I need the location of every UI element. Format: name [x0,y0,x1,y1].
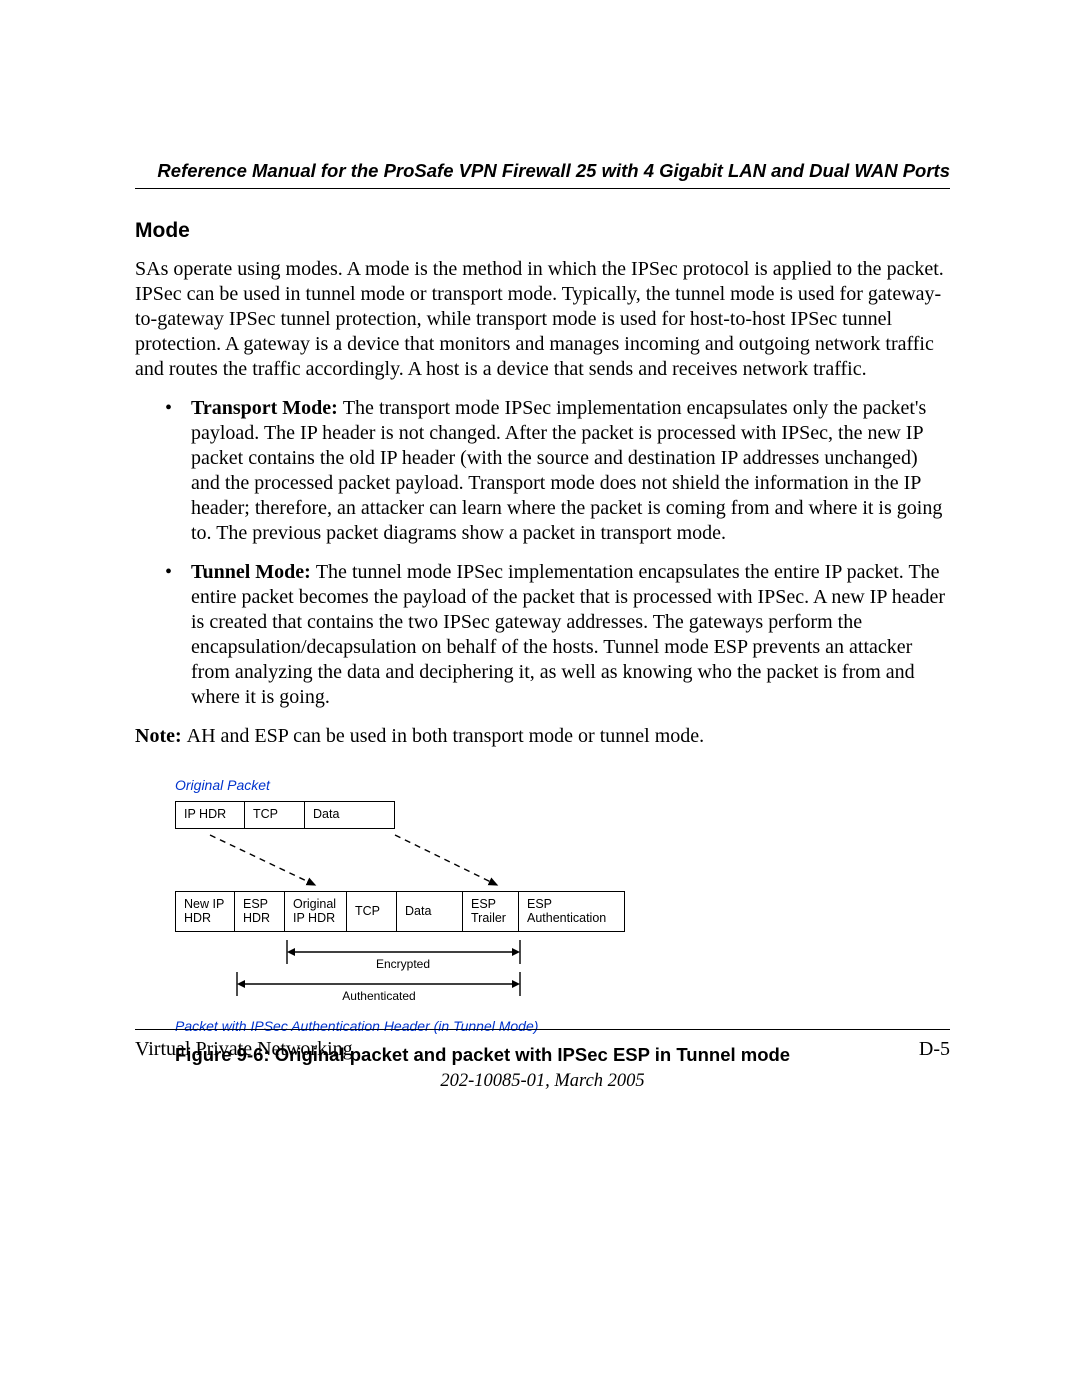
authenticated-label: Authenticated [342,989,415,1003]
extent-brackets: Encrypted Authenticated [175,936,645,1008]
footer-doc-date: 202-10085-01, March 2005 [135,1071,950,1092]
bullet-transport-mode: Transport Mode: The transport mode IPSec… [135,396,950,546]
note-paragraph: Note: AH and ESP can be used in both tra… [135,724,950,749]
pkt-esp-hdr: ESP HDR [235,891,285,933]
pkt-ip-hdr: IP HDR [175,801,245,829]
pkt-data-2: Data [397,891,463,933]
pkt-orig-ip-hdr: Original IP HDR [285,891,347,933]
encrypted-label: Encrypted [376,957,430,971]
bullet-body: The tunnel mode IPSec implementation enc… [191,561,945,708]
note-body: AH and ESP can be used in both transport… [187,725,705,747]
pkt-tcp-2: TCP [347,891,397,933]
footer-rule [135,1029,950,1030]
page-footer: Virtual Private Networking D-5 202-10085… [135,1029,950,1092]
figure-top-caption: Original Packet [175,777,950,793]
running-header: Reference Manual for the ProSafe VPN Fir… [135,160,950,182]
mode-bullet-list: Transport Mode: The transport mode IPSec… [135,396,950,710]
section-heading-mode: Mode [135,219,950,243]
bullet-lead: Transport Mode: [191,397,343,419]
bullet-body: The transport mode IPSec implementation … [191,397,942,544]
figure-9-6: Original Packet IP HDR TCP Data New IP H… [175,777,950,1066]
mapping-arrows [175,833,645,891]
tunnel-packet-row: New IP HDR ESP HDR Original IP HDR TCP D… [175,891,950,933]
document-page: Reference Manual for the ProSafe VPN Fir… [0,0,1080,1397]
pkt-new-ip-hdr: New IP HDR [175,891,235,933]
pkt-tcp: TCP [245,801,305,829]
original-packet-row: IP HDR TCP Data [175,801,950,829]
note-lead: Note: [135,725,187,747]
intro-paragraph: SAs operate using modes. A mode is the m… [135,257,950,382]
footer-page-number: D-5 [919,1038,950,1061]
bullet-lead: Tunnel Mode: [191,561,316,583]
header-rule [135,188,950,189]
pkt-data: Data [305,801,395,829]
bullet-tunnel-mode: Tunnel Mode: The tunnel mode IPSec imple… [135,560,950,710]
pkt-esp-trailer: ESP Trailer [463,891,519,933]
pkt-esp-auth: ESP Authentication [519,891,625,933]
footer-section-name: Virtual Private Networking [135,1038,353,1061]
